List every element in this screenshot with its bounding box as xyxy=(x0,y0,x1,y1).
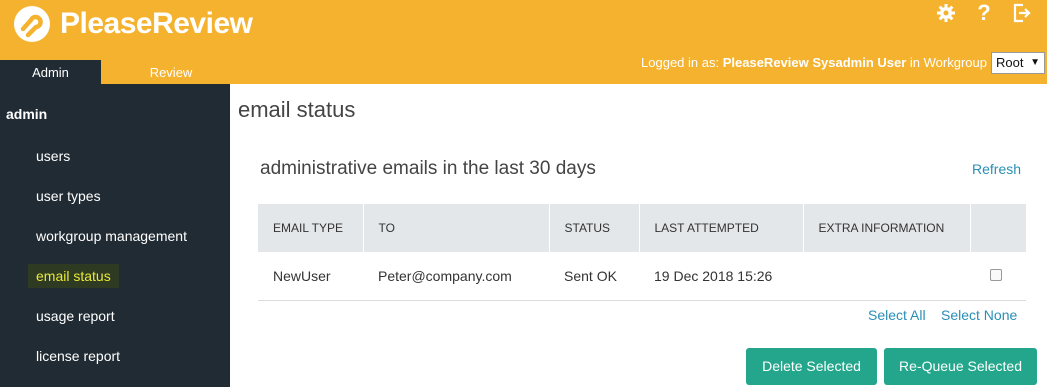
logo-text: PleaseReview xyxy=(60,7,253,40)
col-header-last-attempted[interactable]: LAST ATTEMPTED xyxy=(639,204,804,252)
cell-status: Sent OK xyxy=(549,252,639,301)
gear-icon[interactable] xyxy=(935,2,957,24)
workgroup-select[interactable]: Root ▼ xyxy=(991,52,1045,74)
main-tabs: Admin Review xyxy=(0,60,241,84)
delete-selected-button[interactable]: Delete Selected xyxy=(746,348,877,385)
sidebar: admin users user types workgroup managem… xyxy=(0,84,230,387)
col-header-extra-information[interactable]: EXTRA INFORMATION xyxy=(803,204,971,252)
user-name: PleaseReview Sysadmin User xyxy=(722,55,907,70)
in-workgroup-label: in Workgroup xyxy=(909,55,987,70)
sidebar-title: admin xyxy=(6,106,48,122)
logged-in-info: Logged in as: PleaseReview Sysadmin User… xyxy=(641,54,987,72)
col-header-status[interactable]: STATUS xyxy=(549,204,640,252)
sidebar-item-email-status[interactable]: email status xyxy=(28,264,119,288)
cell-extra-information xyxy=(803,252,970,301)
chevron-down-icon: ▼ xyxy=(1030,57,1040,68)
sidebar-item-license-report[interactable]: license report xyxy=(28,344,128,368)
sidebar-item-users[interactable]: users xyxy=(28,144,78,168)
email-table: EMAIL TYPE TO STATUS LAST ATTEMPTED EXTR… xyxy=(258,204,1026,301)
refresh-link[interactable]: Refresh xyxy=(972,161,1021,177)
sidebar-item-workgroup-management[interactable]: workgroup management xyxy=(28,224,195,248)
sidebar-item-user-types[interactable]: user types xyxy=(28,184,109,208)
cell-select xyxy=(970,252,1026,301)
cell-to: Peter@company.com xyxy=(363,252,549,301)
select-none-link[interactable]: Select None xyxy=(941,307,1017,323)
col-header-email-type[interactable]: EMAIL TYPE xyxy=(258,204,364,252)
page-title: email status xyxy=(238,97,356,122)
app-header: PleaseReview ? Admin Review Logged in as… xyxy=(0,0,1047,84)
logout-icon[interactable] xyxy=(1011,2,1033,24)
row-checkbox[interactable] xyxy=(990,268,1002,281)
table-header-row: EMAIL TYPE TO STATUS LAST ATTEMPTED EXTR… xyxy=(258,204,1026,252)
table-row: NewUser Peter@company.com Sent OK 19 Dec… xyxy=(258,252,1026,301)
workgroup-value: Root xyxy=(996,55,1024,70)
col-header-select xyxy=(970,204,1026,252)
cell-email-type: NewUser xyxy=(258,252,363,301)
requeue-selected-button[interactable]: Re-Queue Selected xyxy=(884,348,1037,385)
select-all-link[interactable]: Select All xyxy=(868,307,926,323)
logo[interactable]: PleaseReview xyxy=(14,6,253,42)
logged-prefix: Logged in as: xyxy=(641,55,720,70)
tab-admin[interactable]: Admin xyxy=(0,60,101,84)
header-icons: ? xyxy=(935,2,1033,24)
help-icon[interactable]: ? xyxy=(973,2,995,24)
section-title: administrative emails in the last 30 day… xyxy=(260,158,596,179)
pleasereview-logo-icon xyxy=(14,6,50,42)
cell-last-attempted: 19 Dec 2018 15:26 xyxy=(639,252,803,301)
col-header-to[interactable]: TO xyxy=(363,204,550,252)
tab-review[interactable]: Review xyxy=(101,60,241,84)
sidebar-item-usage-report[interactable]: usage report xyxy=(28,304,123,328)
